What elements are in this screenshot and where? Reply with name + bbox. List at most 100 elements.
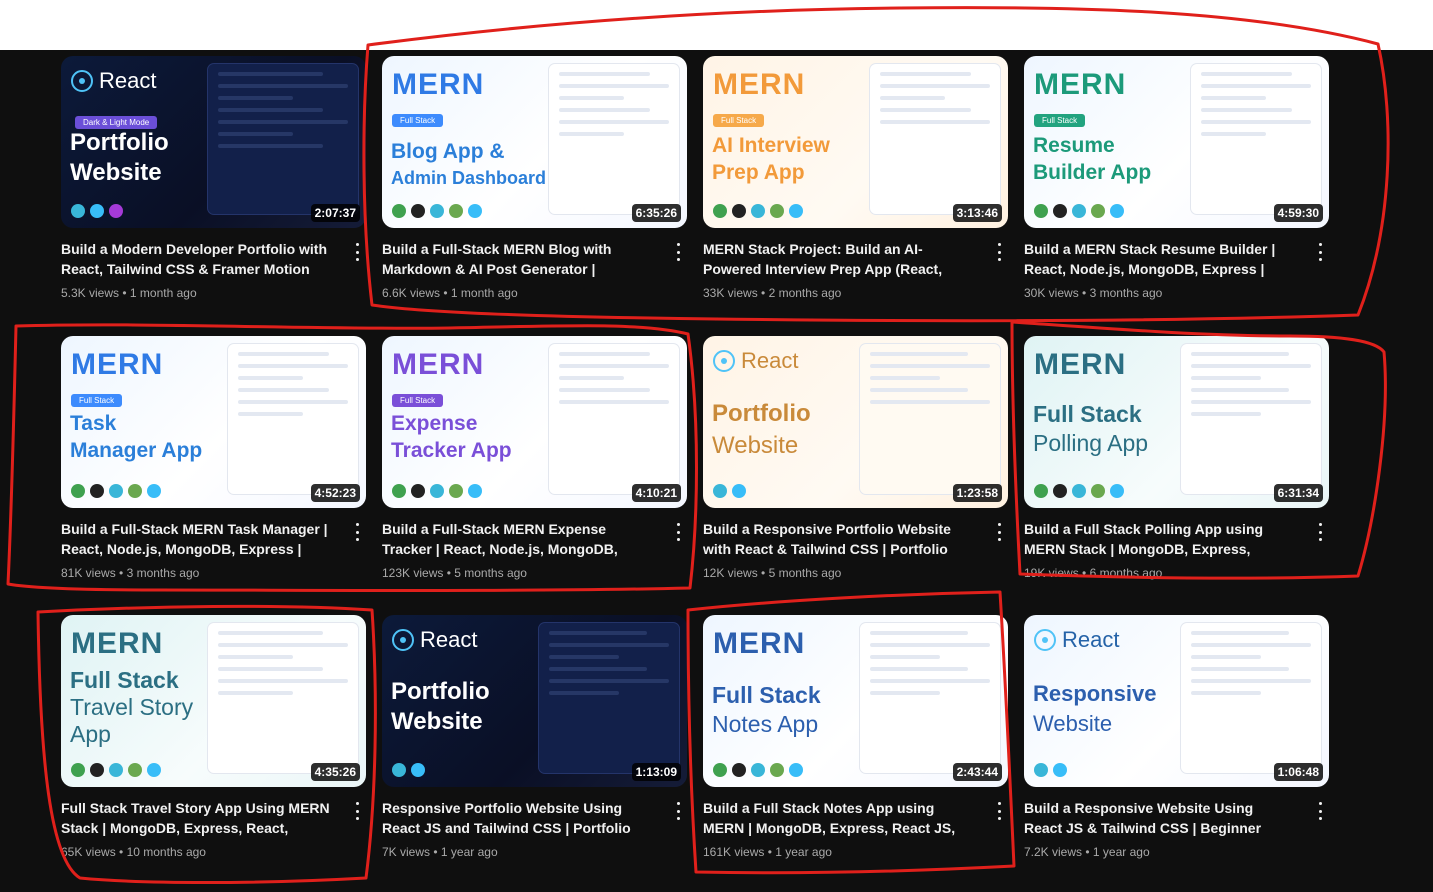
- tech-icons: [713, 484, 746, 498]
- more-options-icon[interactable]: [1317, 243, 1323, 261]
- video-title[interactable]: Build a Full-Stack MERN Expense Tracker …: [382, 519, 652, 559]
- thumbnail-brand: React: [392, 627, 477, 653]
- thumbnail-screenshot: [208, 623, 358, 773]
- thumbnail-title: Responsive Website: [1033, 681, 1157, 736]
- more-options-icon[interactable]: [675, 802, 681, 820]
- video-title[interactable]: Build a Modern Developer Portfolio with …: [61, 239, 331, 279]
- more-options-icon[interactable]: [354, 243, 360, 261]
- duration-badge: 4:52:23: [310, 484, 360, 502]
- video-thumbnail[interactable]: MERN Full Stack AI Interview Prep App 3:1…: [703, 56, 1008, 228]
- video-card[interactable]: MERN Full Stack Blog App & Admin Dashboar…: [382, 56, 687, 301]
- react-icon: [392, 763, 406, 777]
- thumbnail-title: Full Stack Polling App: [1033, 401, 1149, 456]
- video-meta: 7.2K views • 1 year ago: [1024, 845, 1150, 859]
- video-meta: 123K views • 5 months ago: [382, 566, 527, 580]
- thumbnail-title: Expense Tracker App: [391, 412, 512, 462]
- thumbnail-brand: MERN: [392, 68, 485, 101]
- more-options-icon[interactable]: [354, 523, 360, 541]
- tech-icons: [71, 204, 123, 218]
- video-thumbnail[interactable]: MERN Full Stack Blog App & Admin Dashboar…: [382, 56, 687, 228]
- video-meta: 12K views • 5 months ago: [703, 566, 842, 580]
- more-options-icon[interactable]: [996, 243, 1002, 261]
- duration-badge: 2:07:37: [310, 204, 360, 222]
- thumbnail-brand: MERN: [713, 68, 806, 101]
- thumbnail-brand: MERN: [1034, 68, 1127, 101]
- video-card[interactable]: MERN Full Stack Task Manager App 4:52:23 …: [61, 336, 366, 581]
- more-options-icon[interactable]: [675, 243, 681, 261]
- video-thumbnail[interactable]: MERN Full Stack Task Manager App 4:52:23: [61, 336, 366, 508]
- video-title[interactable]: Full Stack Travel Story App Using MERN S…: [61, 798, 331, 838]
- duration-badge: 4:35:26: [310, 763, 360, 781]
- thumbnail-screenshot: [549, 344, 679, 494]
- react-icon: [430, 204, 444, 218]
- more-options-icon[interactable]: [996, 802, 1002, 820]
- video-thumbnail[interactable]: MERN Full Stack Polling App 6:31:34: [1024, 336, 1329, 508]
- tailwind-icon: [789, 763, 803, 777]
- video-card[interactable]: MERN Full Stack Resume Builder App 4:59:3…: [1024, 56, 1329, 301]
- video-thumbnail[interactable]: MERN Full Stack Expense Tracker App 4:10:…: [382, 336, 687, 508]
- tech-icons: [392, 204, 482, 218]
- video-title[interactable]: Build a Responsive Website Using React J…: [1024, 798, 1294, 838]
- video-title[interactable]: Build a Full-Stack MERN Blog with Markdo…: [382, 239, 652, 279]
- video-card[interactable]: React Dark & Light Mode Portfolio Website…: [61, 56, 366, 301]
- video-title[interactable]: MERN Stack Project: Build an AI-Powered …: [703, 239, 973, 279]
- thumbnail-title: Blog App & Admin Dashboard: [391, 140, 547, 188]
- duration-badge: 4:10:21: [631, 484, 681, 502]
- video-title[interactable]: Build a Full-Stack MERN Task Manager | R…: [61, 519, 331, 559]
- nodejs-icon: [1091, 204, 1105, 218]
- video-title[interactable]: Responsive Portfolio Website Using React…: [382, 798, 652, 838]
- thumbnail-screenshot: [539, 623, 679, 773]
- tech-icons: [1034, 204, 1124, 218]
- nodejs-icon: [449, 204, 463, 218]
- more-options-icon[interactable]: [675, 523, 681, 541]
- tech-icons: [1034, 763, 1067, 777]
- video-card[interactable]: MERN Full Stack AI Interview Prep App 3:1…: [703, 56, 1008, 301]
- thumbnail-title: Portfolio Website: [70, 129, 169, 186]
- video-card[interactable]: MERN Full Stack Polling App 6:31:34 Build…: [1024, 336, 1329, 581]
- video-thumbnail[interactable]: React Responsive Website 1:06:48: [1024, 615, 1329, 787]
- tailwind-icon: [1110, 484, 1124, 498]
- mongodb-icon: [71, 763, 85, 777]
- video-thumbnail[interactable]: MERN Full Stack Notes App 2:43:44: [703, 615, 1008, 787]
- more-options-icon[interactable]: [996, 523, 1002, 541]
- mongodb-icon: [713, 763, 727, 777]
- thumbnail-brand: MERN: [392, 348, 485, 381]
- tech-icons: [392, 763, 425, 777]
- more-options-icon[interactable]: [354, 802, 360, 820]
- video-card[interactable]: React Responsive Website 1:06:48 Build a …: [1024, 615, 1329, 860]
- video-title[interactable]: Build a Full Stack Polling App using MER…: [1024, 519, 1294, 559]
- video-thumbnail[interactable]: MERN Full Stack Resume Builder App 4:59:3…: [1024, 56, 1329, 228]
- video-thumbnail[interactable]: MERN Full Stack Travel Story App 4:35:26: [61, 615, 366, 787]
- thumbnail-pill: Full Stack: [713, 114, 765, 127]
- duration-badge: 6:35:26: [631, 204, 681, 222]
- more-options-icon[interactable]: [1317, 523, 1323, 541]
- thumbnail-screenshot: [228, 344, 358, 494]
- video-title[interactable]: Build a Responsive Portfolio Website wit…: [703, 519, 973, 559]
- video-card[interactable]: MERN Full Stack Notes App 2:43:44 Build a…: [703, 615, 1008, 860]
- thumbnail-screenshot: [860, 344, 1000, 494]
- nodejs-icon: [449, 484, 463, 498]
- video-thumbnail[interactable]: React Portfolio Website 1:13:09: [382, 615, 687, 787]
- tech-icons: [71, 484, 161, 498]
- video-card[interactable]: MERN Full Stack Expense Tracker App 4:10:…: [382, 336, 687, 581]
- video-card[interactable]: MERN Full Stack Travel Story App 4:35:26 F…: [61, 615, 366, 860]
- thumbnail-pill: Full Stack: [1034, 114, 1086, 127]
- express-icon: [732, 763, 746, 777]
- framer-icon: [109, 204, 123, 218]
- video-card[interactable]: React Portfolio Website 1:13:09 Responsiv…: [382, 615, 687, 860]
- duration-badge: 4:59:30: [1273, 204, 1323, 222]
- video-title[interactable]: Build a MERN Stack Resume Builder | Reac…: [1024, 239, 1294, 279]
- video-thumbnail[interactable]: React Portfolio Website 1:23:58: [703, 336, 1008, 508]
- tailwind-icon: [732, 484, 746, 498]
- thumbnail-pill: Full Stack: [392, 114, 444, 127]
- more-options-icon[interactable]: [1317, 802, 1323, 820]
- video-card[interactable]: React Portfolio Website 1:23:58 Build a R…: [703, 336, 1008, 581]
- duration-badge: 1:23:58: [952, 484, 1002, 502]
- video-title[interactable]: Build a Full Stack Notes App using MERN …: [703, 798, 973, 838]
- video-thumbnail[interactable]: React Dark & Light Mode Portfolio Website…: [61, 56, 366, 228]
- thumbnail-brand: MERN: [71, 627, 164, 660]
- react-icon: [713, 350, 735, 372]
- react-icon: [392, 629, 414, 651]
- express-icon: [90, 484, 104, 498]
- mongodb-icon: [392, 484, 406, 498]
